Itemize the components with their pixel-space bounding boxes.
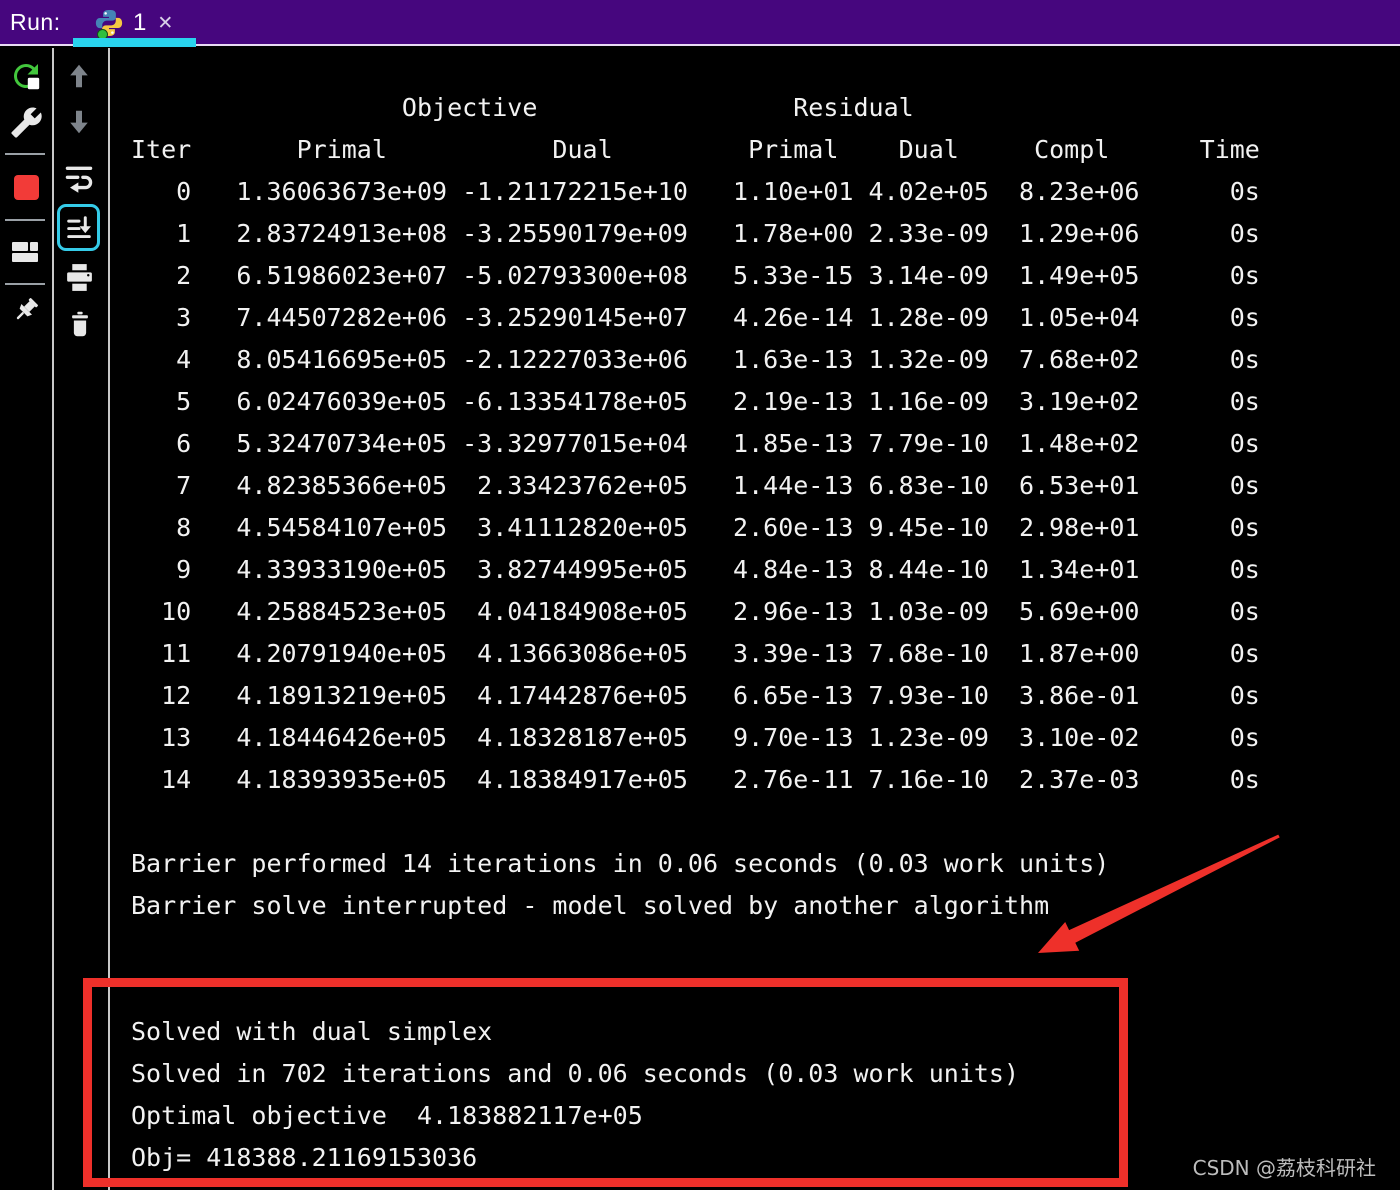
toolbar-divider xyxy=(5,283,45,285)
clear-console-button[interactable] xyxy=(66,306,94,342)
settings-button[interactable] xyxy=(8,104,44,140)
scroll-to-end-button[interactable] xyxy=(57,204,100,251)
print-icon xyxy=(66,263,92,291)
trash-icon xyxy=(72,311,88,337)
layout-button[interactable] xyxy=(10,239,40,265)
console-line: 7 4.82385366e+05 2.33423762e+05 1.44e-13… xyxy=(131,471,1260,500)
rerun-icon xyxy=(13,63,40,90)
stop-icon xyxy=(13,174,39,200)
pin-button[interactable] xyxy=(7,294,45,332)
console-line: 12 4.18913219e+05 4.17442876e+05 6.65e-1… xyxy=(131,681,1260,710)
toolbar-divider xyxy=(5,219,45,221)
console-line: 5 6.02476039e+05 -6.13354178e+05 2.19e-1… xyxy=(131,387,1260,416)
down-arrow-icon xyxy=(70,110,88,134)
toolbar-divider xyxy=(5,153,45,155)
tab-close-button[interactable]: ✕ xyxy=(155,14,175,33)
pin-icon xyxy=(16,298,38,320)
scroll-up-button[interactable] xyxy=(64,60,94,92)
console-line: Solved with dual simplex xyxy=(131,1017,493,1046)
console-line: 10 4.25884523e+05 4.04184908e+05 2.96e-1… xyxy=(131,597,1260,626)
console-line: 3 7.44507282e+06 -3.25290145e+07 4.26e-1… xyxy=(131,303,1260,332)
layout-icon xyxy=(12,241,38,262)
console-line: 1 2.83724913e+08 -3.25590179e+09 1.78e+0… xyxy=(131,219,1260,248)
console-line: Barrier performed 14 iterations in 0.06 … xyxy=(131,849,1110,878)
console-line: Optimal objective 4.183882117e+05 xyxy=(131,1101,643,1130)
watermark: CSDN @荔枝科研社 xyxy=(1192,1156,1376,1180)
console-line: 13 4.18446426e+05 4.18328187e+05 9.70e-1… xyxy=(131,723,1260,752)
console-line: 11 4.20791940e+05 4.13663086e+05 3.39e-1… xyxy=(131,639,1260,668)
console-line: Solved in 702 iterations and 0.06 second… xyxy=(131,1059,1020,1088)
soft-wrap-icon xyxy=(65,166,93,193)
run-tab-bar: Run: 1 ✕ xyxy=(0,0,1400,47)
console-output: Objective Residual Iter Primal Dual Prima… xyxy=(131,87,1400,1179)
tab-label: 1 xyxy=(133,9,147,36)
console-line: 6 5.32470734e+05 -3.32977015e+04 1.85e-1… xyxy=(131,429,1260,458)
console-line: Iter Primal Dual Primal Dual Compl Time xyxy=(131,135,1260,164)
stop-button[interactable] xyxy=(13,174,39,200)
console-line: Objective Residual xyxy=(131,93,914,122)
console-line: 14 4.18393935e+05 4.18384917e+05 2.76e-1… xyxy=(131,765,1260,794)
close-icon: ✕ xyxy=(157,12,174,34)
console-line: 9 4.33933190e+05 3.82744995e+05 4.84e-13… xyxy=(131,555,1260,584)
console-line: 2 6.51986023e+07 -5.02793300e+08 5.33e-1… xyxy=(131,261,1260,290)
run-tool-window: Run: 1 ✕ Objective Residual Iter Primal … xyxy=(0,0,1400,1190)
python-icon xyxy=(94,8,124,40)
vertical-divider xyxy=(52,48,54,1190)
scroll-down-button[interactable] xyxy=(64,106,94,138)
soft-wrap-button[interactable] xyxy=(60,156,98,196)
active-tab-underline xyxy=(73,38,196,47)
console-area: Objective Residual Iter Primal Dual Prima… xyxy=(110,48,1400,1190)
rerun-button[interactable] xyxy=(8,58,44,94)
console-line: 4 8.05416695e+05 -2.12227033e+06 1.63e-1… xyxy=(131,345,1260,374)
wrench-icon xyxy=(10,107,42,138)
run-label: Run: xyxy=(10,9,61,35)
print-button[interactable] xyxy=(62,260,96,294)
tab-1[interactable]: 1 ✕ xyxy=(94,3,175,43)
scroll-to-end-icon xyxy=(66,215,91,238)
up-arrow-icon xyxy=(70,64,88,88)
console-line: Barrier solve interrupted - model solved… xyxy=(131,891,1050,920)
console-line: 0 1.36063673e+09 -1.21172215e+10 1.10e+0… xyxy=(131,177,1260,206)
console-line: 8 4.54584107e+05 3.41112820e+05 2.60e-13… xyxy=(131,513,1260,542)
